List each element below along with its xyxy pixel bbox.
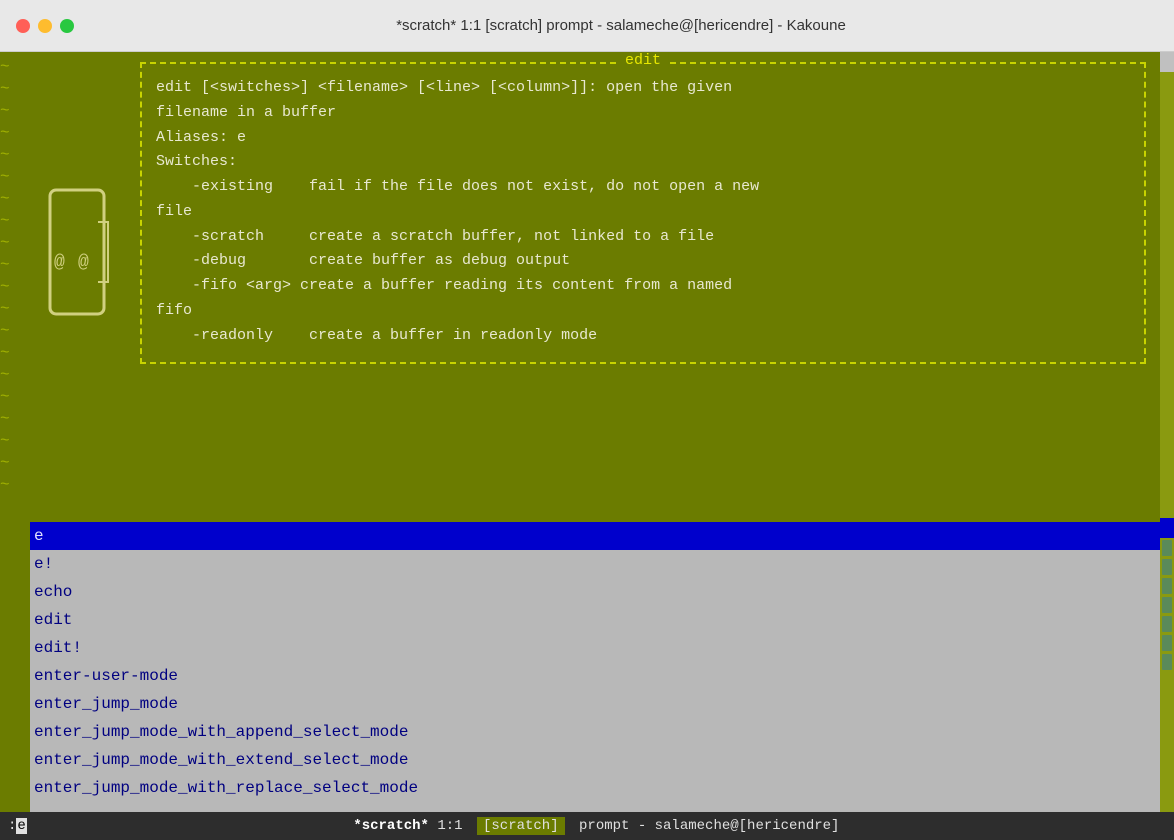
scroll-segment-7: [1162, 654, 1172, 670]
popup-line-10: fifo: [156, 299, 1130, 324]
tilde-13: ~: [0, 322, 30, 344]
popup-line-7: -scratch create a scratch buffer, not li…: [156, 225, 1130, 250]
scroll-track-bottom[interactable]: [1160, 538, 1174, 812]
popup-line-11: -readonly create a buffer in readonly mo…: [156, 324, 1130, 349]
completion-item-edit-bang[interactable]: edit!: [30, 634, 1160, 662]
traffic-lights: [16, 19, 74, 33]
scroll-blue-block: [1160, 518, 1174, 538]
scroll-segment-5: [1162, 616, 1172, 632]
popup-line-8: -debug create buffer as debug output: [156, 249, 1130, 274]
popup-line-6: file: [156, 200, 1130, 225]
help-popup: edit edit [<switches>] <filename> [<line…: [140, 62, 1146, 364]
completion-item-edit[interactable]: edit: [30, 606, 1160, 634]
titlebar: *scratch* 1:1 [scratch] prompt - salamec…: [0, 0, 1174, 52]
scroll-grip-top[interactable]: [1160, 52, 1174, 72]
gutter: ~ ~ ~ ~ ~ ~ ~ ~ ~ ~ ~ ~ ~ ~ ~ ~ ~ ~ ~ ~: [0, 52, 30, 812]
popup-line-4: Switches:: [156, 150, 1130, 175]
status-prompt-prefix: :: [8, 818, 16, 834]
completion-item-enter-jump-replace[interactable]: enter_jump_mode_with_replace_select_mode: [30, 774, 1160, 802]
tilde-8: ~: [0, 212, 30, 234]
scroll-segment-2: [1162, 559, 1172, 575]
editor-top: @ @ edit edit [<switches>] <filename> [<…: [30, 52, 1160, 522]
statusbar: : e *scratch* 1:1 [scratch] prompt - sal…: [0, 812, 1174, 840]
popup-line-1: edit [<switches>] <filename> [<line> [<c…: [156, 76, 1130, 101]
tilde-20: ~: [0, 476, 30, 498]
tilde-16: ~: [0, 388, 30, 410]
svg-text:@: @: [78, 253, 89, 273]
completion-item-e-bang[interactable]: e!: [30, 550, 1160, 578]
completion-item-enter-jump-append[interactable]: enter_jump_mode_with_append_select_mode: [30, 718, 1160, 746]
tilde-3: ~: [0, 102, 30, 124]
tilde-6: ~: [0, 168, 30, 190]
popup-title: edit: [617, 52, 669, 69]
scroll-track-top[interactable]: [1160, 72, 1174, 518]
tilde-9: ~: [0, 234, 30, 256]
status-right: prompt - salameche@[hericendre]: [579, 818, 839, 834]
completion-list: e! echo edit edit! enter-user-mode enter…: [30, 550, 1160, 812]
tilde-7: ~: [0, 190, 30, 212]
cursor-icon: @ @: [40, 182, 114, 322]
input-value: e: [34, 527, 44, 545]
popup-line-9: -fifo <arg> create a buffer reading its …: [156, 274, 1130, 299]
tilde-2: ~: [0, 80, 30, 102]
svg-text:@: @: [54, 253, 65, 273]
maximize-button[interactable]: [60, 19, 74, 33]
status-tag: [scratch]: [477, 817, 565, 835]
tilde-15: ~: [0, 366, 30, 388]
status-center: *scratch* 1:1 [scratch] prompt - salamec…: [27, 818, 1166, 834]
scroll-segment-6: [1162, 635, 1172, 651]
tilde-5: ~: [0, 146, 30, 168]
tilde-10: ~: [0, 256, 30, 278]
popup-content: edit [<switches>] <filename> [<line> [<c…: [156, 76, 1130, 348]
command-input-line[interactable]: e: [30, 522, 1160, 550]
status-cursor: e: [16, 818, 26, 834]
tilde-14: ~: [0, 344, 30, 366]
tilde-12: ~: [0, 300, 30, 322]
tilde-19: ~: [0, 454, 30, 476]
popup-line-3: Aliases: e: [156, 126, 1130, 151]
scroll-segment-4: [1162, 597, 1172, 613]
window-title: *scratch* 1:1 [scratch] prompt - salamec…: [84, 17, 1158, 34]
completion-item-enter-jump-extend[interactable]: enter_jump_mode_with_extend_select_mode: [30, 746, 1160, 774]
tilde-17: ~: [0, 410, 30, 432]
popup-line-5: -existing fail if the file does not exis…: [156, 175, 1130, 200]
popup-line-2: filename in a buffer: [156, 101, 1130, 126]
scrollbar[interactable]: [1160, 52, 1174, 812]
scroll-segment-1: [1162, 540, 1172, 556]
close-button[interactable]: [16, 19, 30, 33]
status-pos-val: 1:1: [437, 818, 462, 834]
status-buffer: *scratch*: [353, 818, 429, 834]
tilde-1: ~: [0, 58, 30, 80]
completion-item-echo[interactable]: echo: [30, 578, 1160, 606]
tilde-4: ~: [0, 124, 30, 146]
tilde-11: ~: [0, 278, 30, 300]
minimize-button[interactable]: [38, 19, 52, 33]
tilde-18: ~: [0, 432, 30, 454]
completion-item-enter-jump-mode[interactable]: enter_jump_mode: [30, 690, 1160, 718]
completion-item-enter-user-mode[interactable]: enter-user-mode: [30, 662, 1160, 690]
scroll-segment-3: [1162, 578, 1172, 594]
